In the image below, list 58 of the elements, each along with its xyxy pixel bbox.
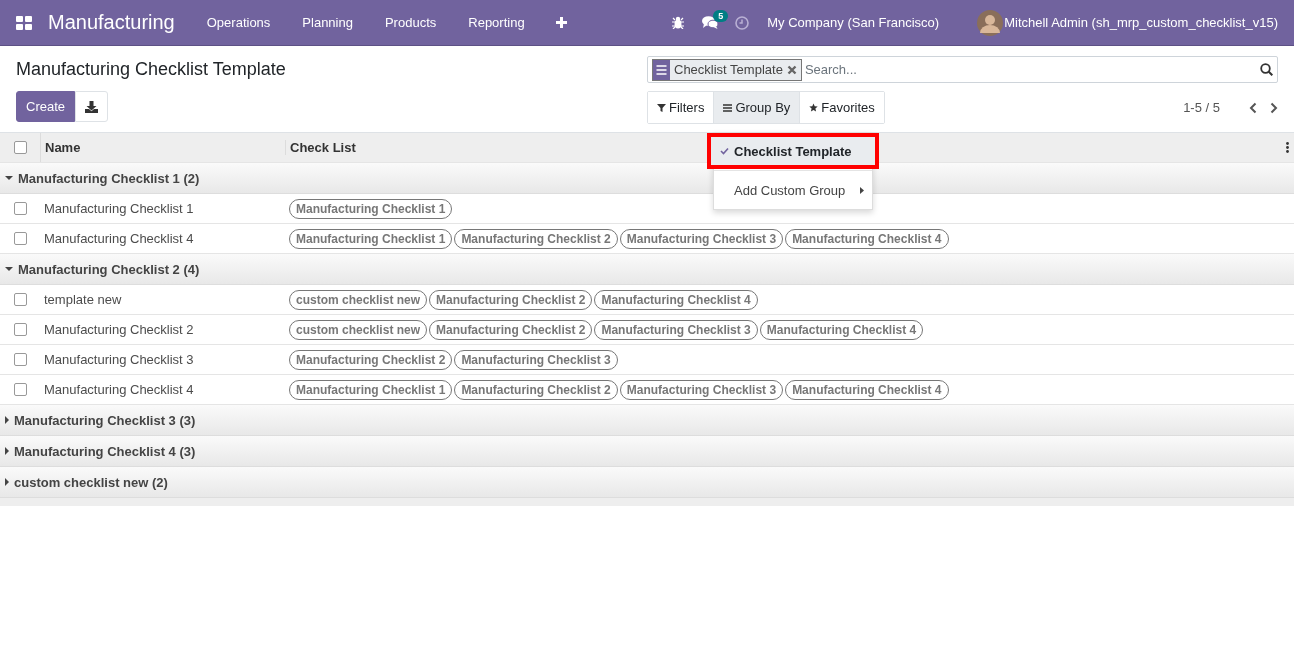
download-icon (85, 100, 99, 113)
group-row[interactable]: custom checklist new (2) (0, 467, 1294, 498)
star-icon (809, 102, 819, 113)
menu-item[interactable]: Checklist Template (710, 136, 876, 166)
select-all-checkbox[interactable] (13, 141, 27, 154)
row-checkbox[interactable] (13, 202, 27, 215)
table-cell-text: Manufacturing Checklist 4 (43, 231, 195, 246)
table-cell-text: Manufacturing Checklist 1 (43, 201, 195, 216)
toolbar-dropdown-button[interactable]: Group By (713, 92, 800, 123)
group-row[interactable]: Manufacturing Checklist 3 (3) (0, 405, 1294, 436)
apps-menu-icon[interactable] (16, 15, 32, 30)
row-checkbox[interactable] (13, 293, 27, 306)
filter-icon (657, 102, 666, 113)
group-row[interactable]: Manufacturing Checklist 4 (3) (0, 436, 1294, 467)
menu-item[interactable]: Planning (286, 15, 369, 30)
pager-value: 1-5 / 5 (1183, 100, 1220, 115)
avatar-icon[interactable] (977, 9, 1004, 36)
column-header[interactable]: Name (45, 140, 81, 155)
toolbar-dropdown-button[interactable]: Favorites (799, 92, 884, 123)
app-name[interactable]: Manufacturing (48, 11, 175, 34)
list-icon (723, 102, 733, 113)
download-button[interactable] (75, 91, 109, 122)
caret-right-icon (5, 478, 9, 486)
table-cell-text: Manufacturing Checklist 3 (43, 352, 195, 367)
row-checkbox[interactable] (13, 323, 27, 336)
row-checkbox[interactable] (13, 353, 27, 366)
list-icon (653, 59, 670, 80)
bug-icon[interactable] (672, 16, 685, 29)
caret-down-icon (5, 176, 13, 180)
column-header[interactable]: Check List (290, 140, 356, 155)
search-field[interactable]: Checklist Template Search... (647, 56, 1278, 83)
search-icon[interactable] (1260, 63, 1273, 76)
search-facet[interactable]: Checklist Template (652, 58, 802, 81)
caret-right-icon (5, 447, 9, 455)
caret-down-icon (5, 267, 13, 271)
create-button[interactable]: Create (16, 91, 76, 122)
previous-icon[interactable] (1249, 101, 1257, 114)
menu-item[interactable]: Operations (190, 15, 287, 30)
menu-item[interactable]: Products (368, 15, 453, 30)
company-switcher[interactable]: My Company (San Francisco) (767, 15, 940, 30)
more-options-icon[interactable] (1285, 142, 1289, 153)
group-row[interactable]: Manufacturing Checklist 2 (4) (0, 254, 1294, 285)
check-icon (720, 147, 729, 155)
next-icon[interactable] (1270, 101, 1278, 114)
menu-item[interactable]: Reporting (452, 15, 541, 30)
table-cell-text: Manufacturing Checklist 2 (43, 322, 195, 337)
remove-icon[interactable] (786, 64, 797, 75)
caret-right-icon (5, 416, 9, 424)
table-cell-text: template new (43, 292, 123, 307)
page-title: Manufacturing Checklist Template (16, 59, 287, 80)
caret-right-icon (860, 186, 864, 194)
table-cell-text: Manufacturing Checklist 4 (43, 382, 195, 397)
clock-icon[interactable] (735, 15, 750, 30)
plus-icon[interactable] (555, 17, 567, 28)
row-checkbox[interactable] (13, 383, 27, 396)
message-count-badge: 5 (713, 10, 729, 22)
row-checkbox[interactable] (13, 232, 27, 245)
user-menu[interactable]: Mitchell Admin (sh_mrp_custom_checklist_v15) (1004, 15, 1278, 30)
